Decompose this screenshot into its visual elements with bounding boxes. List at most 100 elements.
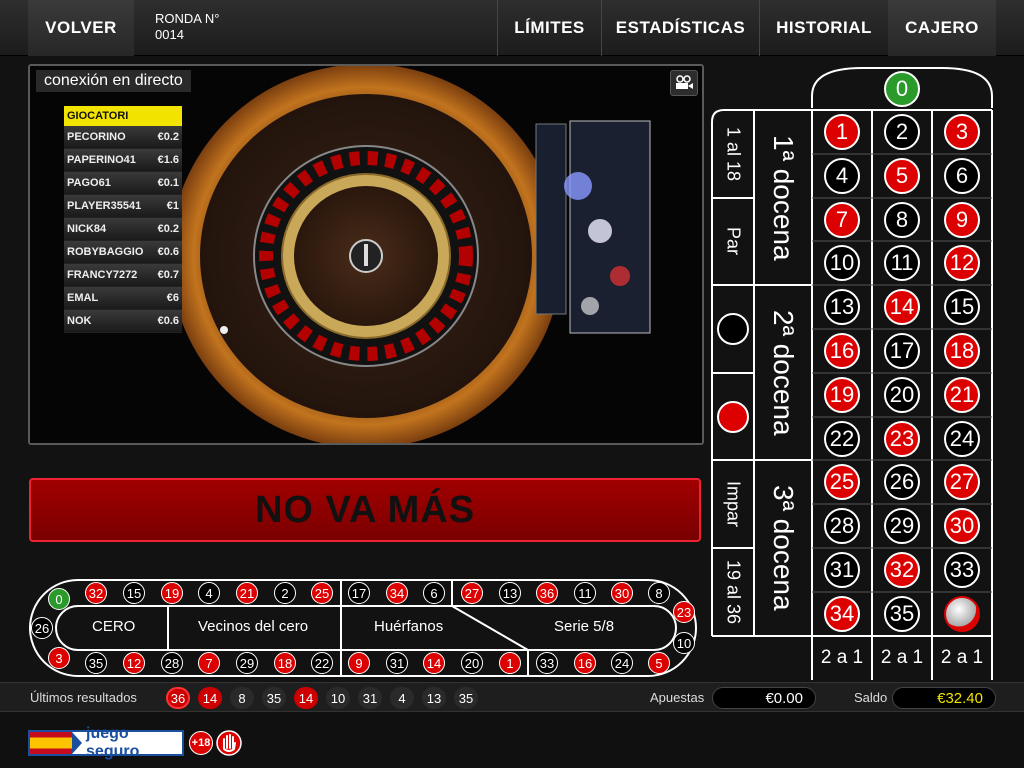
history-button[interactable]: HISTORIAL <box>760 0 888 56</box>
number-cell-14[interactable]: 14 <box>872 285 932 329</box>
racetrack-number-4[interactable]: 4 <box>198 582 220 604</box>
cashier-button[interactable]: CAJERO <box>888 0 996 56</box>
racetrack-number-31[interactable]: 31 <box>386 652 408 674</box>
racetrack-number-28[interactable]: 28 <box>161 652 183 674</box>
spain-flag-icon <box>30 732 83 754</box>
racetrack-number-9[interactable]: 9 <box>348 652 370 674</box>
racetrack-number-15[interactable]: 15 <box>123 582 145 604</box>
statistics-button[interactable]: ESTADÍSTICAS <box>602 0 759 56</box>
racetrack-number-13[interactable]: 13 <box>499 582 521 604</box>
bet-dozen-2[interactable]: 2ª docena <box>754 285 812 460</box>
number-cell-13[interactable]: 13 <box>812 285 872 329</box>
racetrack-number-25[interactable]: 25 <box>311 582 333 604</box>
column-bet-2[interactable]: 2 a 1 <box>872 638 932 678</box>
racetrack-number-19[interactable]: 19 <box>161 582 183 604</box>
number-cell-17[interactable]: 17 <box>872 329 932 373</box>
back-button[interactable]: VOLVER <box>28 0 134 56</box>
number-cell-11[interactable]: 11 <box>872 241 932 285</box>
number-cell-31[interactable]: 31 <box>812 548 872 592</box>
number-3: 3 <box>944 114 980 150</box>
racetrack-number-14[interactable]: 14 <box>423 652 445 674</box>
section-cero[interactable]: CERO <box>92 618 135 635</box>
racetrack-number-33[interactable]: 33 <box>536 652 558 674</box>
number-cell-6[interactable]: 6 <box>932 154 992 198</box>
number-cell-3[interactable]: 3 <box>932 110 992 154</box>
number-cell-30[interactable]: 30 <box>932 504 992 548</box>
number-cell-2[interactable]: 2 <box>872 110 932 154</box>
bet-red[interactable] <box>712 373 754 460</box>
racetrack-number-22[interactable]: 22 <box>311 652 333 674</box>
limits-button[interactable]: LÍMITES <box>498 0 601 56</box>
number-cell-22[interactable]: 22 <box>812 417 872 461</box>
racetrack-number-11[interactable]: 11 <box>574 582 596 604</box>
number-cell-18[interactable]: 18 <box>932 329 992 373</box>
safe-game-badge[interactable]: juego seguro <box>28 725 184 760</box>
bet-low-1-18[interactable]: 1 al 18 <box>712 110 754 198</box>
number-cell-26[interactable]: 26 <box>872 460 932 504</box>
number-cell-5[interactable]: 5 <box>872 154 932 198</box>
racetrack-number-5[interactable]: 5 <box>648 652 670 674</box>
racetrack-number-36[interactable]: 36 <box>536 582 558 604</box>
section-serie-5-8[interactable]: Serie 5/8 <box>554 618 614 635</box>
racetrack-number-3[interactable]: 3 <box>48 647 70 669</box>
bet-dozen-3[interactable]: 3ª docena <box>754 460 812 636</box>
number-cell-19[interactable]: 19 <box>812 373 872 417</box>
racetrack-number-12[interactable]: 12 <box>123 652 145 674</box>
racetrack-number-16[interactable]: 16 <box>574 652 596 674</box>
number-cell-8[interactable]: 8 <box>872 198 932 242</box>
number-cell-4[interactable]: 4 <box>812 154 872 198</box>
number-cell-27[interactable]: 27 <box>932 460 992 504</box>
player-row: FRANCY7272 €0.7 <box>64 264 182 287</box>
bet-dozen-1[interactable]: 1ª docena <box>754 110 812 285</box>
number-cell-34[interactable]: 34 <box>812 592 872 636</box>
bet-black[interactable] <box>712 285 754 373</box>
racetrack-number-24[interactable]: 24 <box>611 652 633 674</box>
racetrack-number-34[interactable]: 34 <box>386 582 408 604</box>
number-cell-29[interactable]: 29 <box>872 504 932 548</box>
number-cell-25[interactable]: 25 <box>812 460 872 504</box>
number-cell-1[interactable]: 1 <box>812 110 872 154</box>
number-cell-24[interactable]: 24 <box>932 417 992 461</box>
number-cell-7[interactable]: 7 <box>812 198 872 242</box>
number-cell-16[interactable]: 16 <box>812 329 872 373</box>
number-cell-21[interactable]: 21 <box>932 373 992 417</box>
racetrack-number-7[interactable]: 7 <box>198 652 220 674</box>
camera-icon[interactable] <box>670 70 698 96</box>
racetrack-number-23[interactable]: 23 <box>673 601 695 623</box>
racetrack-number-26[interactable]: 26 <box>31 617 53 639</box>
number-cell-23[interactable]: 23 <box>872 417 932 461</box>
column-bet-3[interactable]: 2 a 1 <box>932 638 992 678</box>
section-huerfanos[interactable]: Huérfanos <box>374 618 443 635</box>
bet-even[interactable]: Par <box>712 198 754 285</box>
racetrack-number-30[interactable]: 30 <box>611 582 633 604</box>
racetrack-number-17[interactable]: 17 <box>348 582 370 604</box>
bet-high-19-36[interactable]: 19 al 36 <box>712 548 754 636</box>
racetrack-number-8[interactable]: 8 <box>648 582 670 604</box>
racetrack-number-0[interactable]: 0 <box>48 588 70 610</box>
racetrack-number-27[interactable]: 27 <box>461 582 483 604</box>
racetrack-number-1[interactable]: 1 <box>499 652 521 674</box>
racetrack-number-20[interactable]: 20 <box>461 652 483 674</box>
number-cell-10[interactable]: 10 <box>812 241 872 285</box>
racetrack-number-18[interactable]: 18 <box>274 652 296 674</box>
number-cell-12[interactable]: 12 <box>932 241 992 285</box>
zero-cell[interactable]: 0 <box>882 70 922 108</box>
racetrack-number-35[interactable]: 35 <box>85 652 107 674</box>
racetrack-number-32[interactable]: 32 <box>85 582 107 604</box>
racetrack-number-2[interactable]: 2 <box>274 582 296 604</box>
bet-odd[interactable]: Impar <box>712 460 754 548</box>
racetrack-number-10[interactable]: 10 <box>673 632 695 654</box>
number-cell-28[interactable]: 28 <box>812 504 872 548</box>
racetrack-number-21[interactable]: 21 <box>236 582 258 604</box>
racetrack-number-6[interactable]: 6 <box>423 582 445 604</box>
number-cell-15[interactable]: 15 <box>932 285 992 329</box>
number-cell-20[interactable]: 20 <box>872 373 932 417</box>
number-cell-35[interactable]: 35 <box>872 592 932 636</box>
column-bet-1[interactable]: 2 a 1 <box>812 638 872 678</box>
section-vecinos[interactable]: Vecinos del cero <box>198 618 308 635</box>
number-cell-33[interactable]: 33 <box>932 548 992 592</box>
racetrack-number-29[interactable]: 29 <box>236 652 258 674</box>
number-cell-32[interactable]: 32 <box>872 548 932 592</box>
number-cell-9[interactable]: 9 <box>932 198 992 242</box>
number-cell-36[interactable] <box>932 592 992 636</box>
